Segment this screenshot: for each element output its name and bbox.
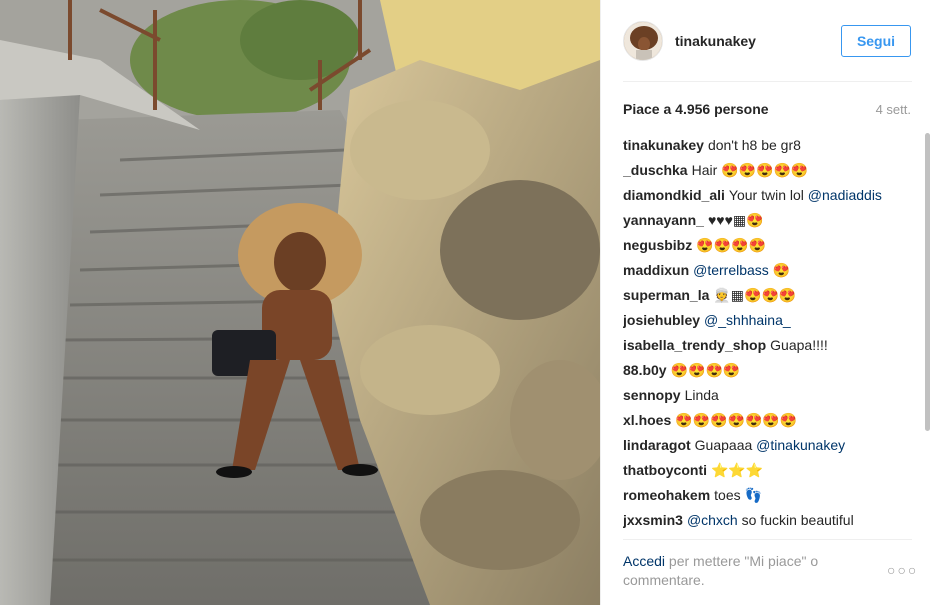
comment-username[interactable]: thatboyconti <box>623 462 707 478</box>
ellipsis-icon[interactable]: ○○○ <box>887 562 916 578</box>
avatar[interactable] <box>623 21 663 61</box>
comment-username[interactable]: 88.b0y <box>623 362 667 378</box>
comment-username[interactable]: jxxsmin3 <box>623 512 683 528</box>
post-header: tinakunakey Segui <box>601 0 938 82</box>
comments-scrollbar[interactable] <box>924 133 931 533</box>
likes-count[interactable]: Piace a 4.956 persone <box>623 101 769 117</box>
comment-row: romeohakem toes 👣 <box>623 483 913 508</box>
comment-row: lindaragot Guapaaa @tinakunakey <box>623 433 913 458</box>
comment-row: xl.hoes 😍😍😍😍😍😍😍 <box>623 408 913 433</box>
post-timestamp[interactable]: 4 sett. <box>876 102 911 117</box>
avatar-image <box>624 22 662 60</box>
post-username[interactable]: tinakunakey <box>675 33 756 49</box>
comment-username[interactable]: diamondkid_ali <box>623 187 725 203</box>
comment-text: 😍😍😍😍😍😍😍 <box>675 412 798 428</box>
follow-button[interactable]: Segui <box>841 25 911 57</box>
comment-username[interactable]: negusbibz <box>623 237 692 253</box>
scrollbar-thumb[interactable] <box>925 133 930 431</box>
comment-text: Hair 😍😍😍😍😍 <box>691 162 809 178</box>
login-prompt: Accedi per mettere "Mi piace" o commenta… <box>623 552 853 590</box>
comment-text: Your twin lol <box>728 187 808 203</box>
comment-text: toes 👣 <box>714 487 762 503</box>
comment-row: sennopy Linda <box>623 383 913 408</box>
comment-username[interactable]: romeohakem <box>623 487 710 503</box>
comment-mention-link[interactable]: @tinakunakey <box>756 437 845 453</box>
comment-username[interactable]: _duschka <box>623 162 688 178</box>
comment-username[interactable]: isabella_trendy_shop <box>623 337 766 353</box>
footer-divider <box>623 539 912 540</box>
comment-row: yannayann_ ♥♥♥▦😍 <box>623 208 913 233</box>
comment-username[interactable]: xl.hoes <box>623 412 671 428</box>
comment-text: Guapa!!!! <box>770 337 828 353</box>
comment-row: _duschka Hair 😍😍😍😍😍 <box>623 158 913 183</box>
header-divider <box>623 81 912 82</box>
comment-text-after: so fuckin beautiful <box>737 512 854 528</box>
comment-username[interactable]: tinakunakey <box>623 137 704 153</box>
post-photo[interactable] <box>0 0 600 605</box>
comment-row: tinakunakey don't h8 be gr8 <box>623 133 913 158</box>
comment-text-after: 😍 <box>768 262 791 278</box>
comment-mention-link[interactable]: @_shhhaina_ <box>704 312 791 328</box>
comment-username[interactable]: maddixun <box>623 262 689 278</box>
comment-text: 👳▦😍😍😍 <box>713 287 797 303</box>
comment-text: 😍😍😍😍 <box>696 237 766 253</box>
comment-row: superman_la 👳▦😍😍😍 <box>623 283 913 308</box>
comment-text: 😍😍😍😍 <box>670 362 741 378</box>
comment-row: maddixun @terrelbass 😍 <box>623 258 913 283</box>
post-image <box>0 0 600 605</box>
comment-username[interactable]: yannayann_ <box>623 212 704 228</box>
comment-row: josiehubley @_shhhaina_ <box>623 308 913 333</box>
comment-text: don't h8 be gr8 <box>707 137 801 153</box>
comment-row: isabella_trendy_shop Guapa!!!! <box>623 333 913 358</box>
comment-text: Linda <box>684 387 719 403</box>
comment-username[interactable]: lindaragot <box>623 437 691 453</box>
comment-mention-link[interactable]: @terrelbass <box>693 262 769 278</box>
comment-text: Guapaaa <box>694 437 757 453</box>
comment-username[interactable]: superman_la <box>623 287 709 303</box>
comment-row: thatboyconti ⭐⭐⭐ <box>623 458 913 483</box>
comment-row: diamondkid_ali Your twin lol @nadiaddis <box>623 183 913 208</box>
comment-username[interactable]: sennopy <box>623 387 681 403</box>
comment-text: ⭐⭐⭐ <box>711 462 764 478</box>
comment-username[interactable]: josiehubley <box>623 312 700 328</box>
comment-row: negusbibz 😍😍😍😍 <box>623 233 913 258</box>
comment-mention-link[interactable]: @nadiaddis <box>808 187 882 203</box>
comment-list: tinakunakey don't h8 be gr8 _duschka Hair 😍… <box>623 133 913 533</box>
comment-text: ♥♥♥▦😍 <box>707 212 764 228</box>
comment-mention-link[interactable]: @chxch <box>687 512 738 528</box>
comment-row: jxxsmin3 @chxch so fuckin beautiful <box>623 508 913 533</box>
comment-row: 88.b0y 😍😍😍😍 <box>623 358 913 383</box>
post-sidebar: tinakunakey Segui Piace a 4.956 persone … <box>600 0 938 605</box>
login-link[interactable]: Accedi <box>623 553 665 569</box>
